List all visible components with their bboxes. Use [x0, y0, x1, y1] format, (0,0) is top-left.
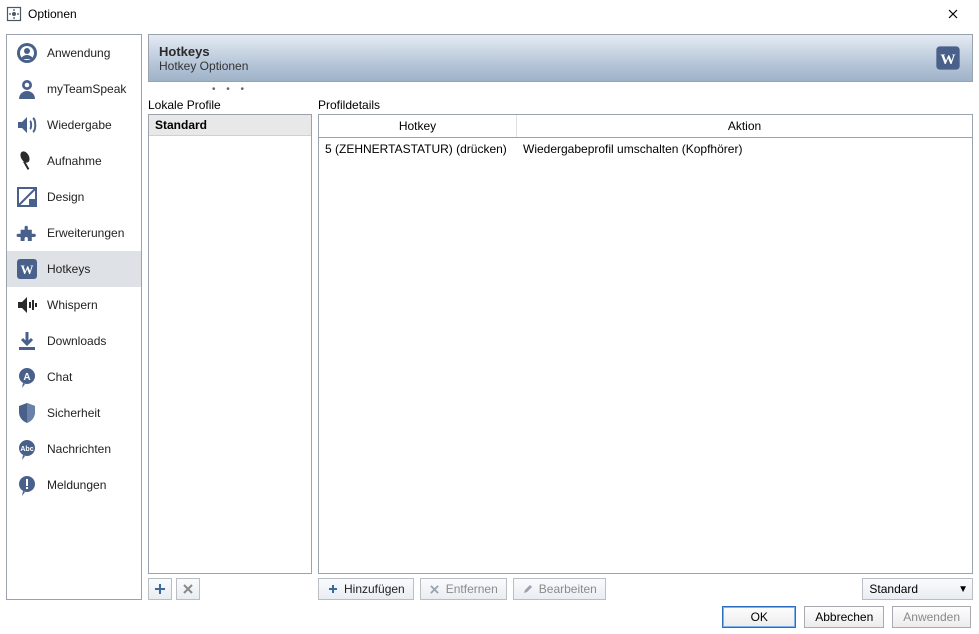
sidebar-item-sicherheit[interactable]: Sicherheit	[7, 395, 141, 431]
sidebar-item-hotkeys[interactable]: W Hotkeys	[7, 251, 141, 287]
footer: OK Abbrechen Anwenden	[6, 606, 973, 628]
sidebar-item-label: Meldungen	[47, 478, 106, 492]
body-row: Anwendung myTeamSpeak Wiedergabe Aufnahm…	[6, 34, 973, 600]
application-icon	[15, 41, 39, 65]
sidebar-item-label: myTeamSpeak	[47, 82, 126, 96]
svg-text:Abc: Abc	[20, 446, 33, 453]
details-table-body: 5 (ZEHNERTASTATUR) (drücken) Wiedergabep…	[319, 138, 972, 573]
cell-action: Wiedergabeprofil umschalten (Kopfhörer)	[517, 138, 972, 160]
col-hotkey[interactable]: Hotkey	[319, 115, 517, 137]
main-header: Hotkeys Hotkey Optionen W	[148, 34, 973, 82]
sidebar-item-label: Design	[47, 190, 84, 204]
profile-buttons	[148, 578, 312, 600]
page-subtitle: Hotkey Optionen	[159, 59, 248, 73]
playback-icon	[15, 113, 39, 137]
sidebar-item-label: Downloads	[47, 334, 106, 348]
pencil-icon	[522, 583, 534, 595]
sidebar-item-label: Anwendung	[47, 46, 110, 60]
button-label: Abbrechen	[815, 610, 873, 624]
downloads-icon	[15, 329, 39, 353]
hotkeys-icon: W	[15, 257, 39, 281]
sidebar-item-label: Erweiterungen	[47, 226, 124, 240]
delete-x-icon	[183, 584, 193, 594]
sidebar-item-chat[interactable]: A Chat	[7, 359, 141, 395]
combo-value: Standard	[869, 582, 918, 596]
notifications-icon	[15, 473, 39, 497]
chat-icon: A	[15, 365, 39, 389]
ok-button[interactable]: OK	[722, 606, 796, 628]
svg-text:W: W	[940, 51, 955, 68]
sidebar-item-label: Sicherheit	[47, 406, 100, 420]
header-hotkeys-icon: W	[934, 44, 962, 72]
sidebar-item-label: Aufnahme	[47, 154, 102, 168]
delete-x-icon	[429, 583, 441, 595]
table-row[interactable]: 5 (ZEHNERTASTATUR) (drücken) Wiedergabep…	[319, 138, 972, 160]
sidebar-item-nachrichten[interactable]: Abc Nachrichten	[7, 431, 141, 467]
plus-icon	[154, 583, 166, 595]
apply-button[interactable]: Anwenden	[892, 606, 971, 628]
profile-select[interactable]: Standard ▼	[862, 578, 973, 600]
sidebar-item-anwendung[interactable]: Anwendung	[7, 35, 141, 71]
button-label: Hinzufügen	[344, 582, 405, 596]
button-label: Anwenden	[903, 610, 960, 624]
addons-icon	[15, 221, 39, 245]
edit-hotkey-button[interactable]: Bearbeiten	[513, 578, 606, 600]
drag-handle-dots: • • •	[148, 84, 312, 98]
svg-text:A: A	[23, 372, 30, 383]
button-label: Bearbeiten	[539, 582, 597, 596]
remove-hotkey-button[interactable]: Entfernen	[420, 578, 507, 600]
close-icon	[948, 9, 958, 19]
cancel-button[interactable]: Abbrechen	[804, 606, 884, 628]
whisper-icon	[15, 293, 39, 317]
chevron-down-icon: ▼	[958, 584, 968, 595]
sidebar: Anwendung myTeamSpeak Wiedergabe Aufnahm…	[6, 34, 142, 600]
profile-list[interactable]: Standard	[148, 114, 312, 574]
messages-icon: Abc	[15, 437, 39, 461]
sidebar-item-aufnahme[interactable]: Aufnahme	[7, 143, 141, 179]
details-table-header: Hotkey Aktion	[319, 115, 972, 138]
profiles-label: Lokale Profile	[148, 98, 312, 112]
delete-profile-button[interactable]	[176, 578, 200, 600]
mid-row: • • • Lokale Profile Standard	[148, 84, 973, 600]
svg-text:W: W	[21, 262, 34, 277]
details-label: Profildetails	[318, 98, 973, 112]
sidebar-item-design[interactable]: Design	[7, 179, 141, 215]
titlebar: Optionen	[0, 0, 979, 28]
sidebar-item-whispern[interactable]: Whispern	[7, 287, 141, 323]
app-icon	[6, 6, 22, 22]
add-profile-button[interactable]	[148, 578, 172, 600]
details-buttons: Hinzufügen Entfernen Bearb	[318, 578, 973, 600]
window-title: Optionen	[28, 7, 77, 21]
sidebar-item-label: Hotkeys	[47, 262, 90, 276]
details-table: Hotkey Aktion 5 (ZEHNERTASTATUR) (drücke…	[318, 114, 973, 574]
button-label: OK	[751, 610, 768, 624]
sidebar-item-label: Whispern	[47, 298, 98, 312]
close-button[interactable]	[933, 0, 973, 28]
sidebar-item-myteamspeak[interactable]: myTeamSpeak	[7, 71, 141, 107]
sidebar-item-erweiterungen[interactable]: Erweiterungen	[7, 215, 141, 251]
sidebar-item-wiedergabe[interactable]: Wiedergabe	[7, 107, 141, 143]
profiles-column: • • • Lokale Profile Standard	[148, 84, 312, 600]
add-hotkey-button[interactable]: Hinzufügen	[318, 578, 414, 600]
sidebar-item-label: Nachrichten	[47, 442, 111, 456]
cell-hotkey: 5 (ZEHNERTASTATUR) (drücken)	[319, 138, 517, 160]
sidebar-item-label: Chat	[47, 370, 72, 384]
page-title: Hotkeys	[159, 44, 248, 59]
design-icon	[15, 185, 39, 209]
sidebar-item-downloads[interactable]: Downloads	[7, 323, 141, 359]
myteamspeak-icon	[15, 77, 39, 101]
button-label: Entfernen	[446, 582, 498, 596]
details-column: Profildetails Hotkey Aktion 5 (ZEHNERTAS…	[318, 84, 973, 600]
content: Anwendung myTeamSpeak Wiedergabe Aufnahm…	[0, 28, 979, 634]
col-action[interactable]: Aktion	[517, 115, 972, 137]
plus-icon	[327, 583, 339, 595]
capture-icon	[15, 149, 39, 173]
security-icon	[15, 401, 39, 425]
main-panel: Hotkeys Hotkey Optionen W • • • Lokale P…	[148, 34, 973, 600]
sidebar-item-meldungen[interactable]: Meldungen	[7, 467, 141, 503]
sidebar-item-label: Wiedergabe	[47, 118, 112, 132]
profile-item[interactable]: Standard	[149, 115, 311, 136]
